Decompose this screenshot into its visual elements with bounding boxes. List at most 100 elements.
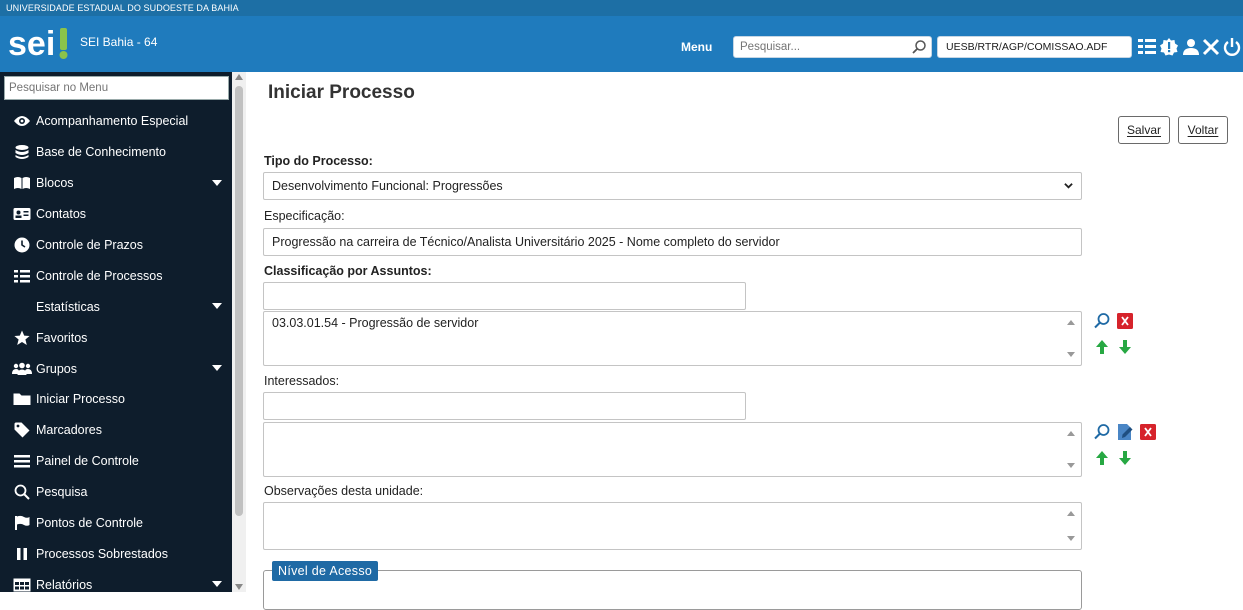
svg-text:sei: sei xyxy=(8,25,55,63)
scroll-up-arrow-icon[interactable] xyxy=(1067,431,1075,436)
sidebar-item-label: Base de Conhecimento xyxy=(36,145,166,160)
scroll-down-arrow-icon[interactable] xyxy=(235,584,243,590)
sidebar-item-label: Pesquisa xyxy=(36,485,88,500)
sidebar-item-grupos[interactable]: Grupos xyxy=(0,353,232,384)
remove-icon[interactable] xyxy=(1139,423,1157,441)
sidebar-menu: Acompanhamento Especial Base de Conhecim… xyxy=(0,72,232,592)
move-down-icon[interactable] xyxy=(1116,449,1134,467)
edit-contact-icon[interactable] xyxy=(1116,423,1134,441)
search-input[interactable] xyxy=(740,39,900,55)
sidebar-item-favoritos[interactable]: Favoritos xyxy=(0,322,232,353)
sidebar-item-controle-processos[interactable]: Controle de Processos xyxy=(0,260,232,291)
sidebar-item-label: Processos Sobrestados xyxy=(36,546,169,561)
classificacao-listbox[interactable]: 03.03.01.54 - Progressão de servidor xyxy=(263,311,1082,366)
scroll-up-arrow-icon[interactable] xyxy=(1067,320,1075,325)
unit-selector[interactable]: UESB/RTR/AGP/COMISSAO.ADF xyxy=(937,36,1132,58)
chevron-down-icon xyxy=(1064,183,1073,189)
especificacao-field[interactable]: Progressão na carreira de Técnico/Analis… xyxy=(263,228,1082,256)
interessados-input[interactable] xyxy=(263,392,746,420)
main-content: Iniciar Processo Salvar Voltar Tipo do P… xyxy=(246,72,1243,610)
menu-search-input[interactable] xyxy=(5,77,228,99)
sidebar-item-controle-prazos[interactable]: Controle de Prazos xyxy=(0,230,232,261)
interessados-listbox[interactable] xyxy=(263,422,1082,477)
sidebar-item-label: Estatísticas xyxy=(36,299,100,314)
sidebar-item-label: Relatórios xyxy=(36,577,93,592)
nivel-acesso-legend: Nível de Acesso xyxy=(272,561,379,581)
org-name: SEI Bahia - 64 xyxy=(80,35,158,49)
page-title: Iniciar Processo xyxy=(268,82,415,103)
sidebar-item-iniciar-processo[interactable]: Iniciar Processo xyxy=(0,384,232,415)
observacoes-label: Observações desta unidade: xyxy=(264,484,424,498)
observacoes-textarea[interactable] xyxy=(263,502,1082,550)
sidebar-item-marcadores[interactable]: Marcadores xyxy=(0,415,232,446)
sei-logo[interactable]: sei xyxy=(8,24,70,64)
power-icon[interactable] xyxy=(1222,37,1242,57)
table-icon xyxy=(12,577,32,592)
global-search xyxy=(733,36,932,58)
nivel-acesso-fieldset xyxy=(263,570,1082,610)
search-icon xyxy=(12,484,32,500)
sidebar-scrollbar[interactable] xyxy=(232,72,246,592)
list-item[interactable]: 03.03.01.54 - Progressão de servidor xyxy=(272,316,1073,330)
classificacao-input[interactable] xyxy=(263,282,746,310)
move-down-icon[interactable] xyxy=(1116,338,1134,356)
search-icon[interactable] xyxy=(1093,312,1111,330)
chevron-down-icon[interactable] xyxy=(212,179,222,186)
sidebar-item-relatorios[interactable]: Relatórios xyxy=(0,569,232,592)
sidebar-item-label: Pontos de Controle xyxy=(36,516,144,531)
search-icon[interactable] xyxy=(911,39,927,55)
tipo-processo-label: Tipo do Processo: xyxy=(264,154,373,168)
scroll-up-arrow-icon[interactable] xyxy=(1067,511,1075,516)
sidebar-item-label: Painel de Controle xyxy=(36,454,139,469)
sidebar-item-label: Controle de Prazos xyxy=(36,238,144,252)
scroll-up-arrow-icon[interactable] xyxy=(235,74,243,80)
folder-icon xyxy=(12,391,32,407)
tools-icon[interactable] xyxy=(1201,37,1221,57)
sidebar-item-pesquisa[interactable]: Pesquisa xyxy=(0,477,232,508)
sidebar-item-contatos[interactable]: Contatos xyxy=(0,199,232,230)
sidebar-item-blocos[interactable]: Blocos xyxy=(0,168,232,199)
scroll-down-arrow-icon[interactable] xyxy=(1067,536,1075,541)
sidebar-item-pontos-controle[interactable]: Pontos de Controle xyxy=(0,508,232,539)
sidebar-item-processos-sobrestados[interactable]: Processos Sobrestados xyxy=(0,538,232,569)
pause-icon xyxy=(12,546,32,562)
group-icon xyxy=(12,361,32,377)
menu-toggle[interactable]: Menu xyxy=(681,40,712,54)
scroll-thumb[interactable] xyxy=(235,86,243,516)
institution-bar: UNIVERSIDADE ESTADUAL DO SUDOESTE DA BAH… xyxy=(0,0,1243,16)
move-up-icon[interactable] xyxy=(1093,449,1111,467)
sidebar-item-painel-controle[interactable]: Painel de Controle xyxy=(0,446,232,477)
sidebar-item-label: Iniciar Processo xyxy=(36,392,125,407)
menu-search xyxy=(4,76,229,100)
panel-icon xyxy=(12,453,32,469)
move-up-icon[interactable] xyxy=(1093,338,1111,356)
star-icon xyxy=(12,330,32,346)
eye-icon xyxy=(12,113,32,129)
clock-icon xyxy=(12,237,32,253)
sidebar-item-label: Blocos xyxy=(36,176,74,191)
tag-icon xyxy=(12,422,32,438)
grid-icon[interactable] xyxy=(1137,37,1157,57)
save-button[interactable]: Salvar xyxy=(1118,116,1170,144)
chevron-down-icon[interactable] xyxy=(212,365,222,372)
menu-list: Acompanhamento Especial Base de Conhecim… xyxy=(0,106,232,592)
sidebar-item-base-conhecimento[interactable]: Base de Conhecimento xyxy=(0,137,232,168)
scroll-down-arrow-icon[interactable] xyxy=(1067,463,1075,468)
list-icon xyxy=(12,268,32,284)
chevron-down-icon[interactable] xyxy=(212,303,222,310)
search-icon[interactable] xyxy=(1093,423,1111,441)
scroll-down-arrow-icon[interactable] xyxy=(1067,352,1075,357)
tipo-processo-value: Desenvolvimento Funcional: Progressões xyxy=(272,179,503,193)
sidebar-item-label: Grupos xyxy=(36,361,77,376)
sidebar-item-estatisticas[interactable]: Estatísticas xyxy=(0,291,232,322)
classificacao-label: Classificação por Assuntos: xyxy=(264,264,432,278)
user-icon[interactable] xyxy=(1181,37,1201,57)
flag-icon xyxy=(12,515,32,531)
remove-icon[interactable] xyxy=(1116,312,1134,330)
database-icon xyxy=(12,144,32,160)
info-badge-icon[interactable] xyxy=(1159,37,1179,57)
sidebar-item-acompanhamento[interactable]: Acompanhamento Especial xyxy=(0,106,232,137)
chevron-down-icon[interactable] xyxy=(212,581,222,588)
back-button[interactable]: Voltar xyxy=(1178,116,1228,144)
tipo-processo-select[interactable]: Desenvolvimento Funcional: Progressões xyxy=(263,172,1082,200)
